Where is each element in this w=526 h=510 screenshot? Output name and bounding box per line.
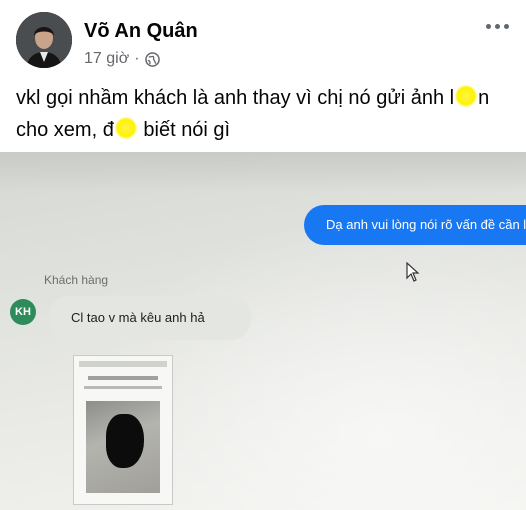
censor-mark	[106, 414, 144, 468]
post-text: vkl gọi nhầm khách là anh thay vì chị nó…	[16, 82, 511, 146]
mouse-pointer-icon	[406, 261, 420, 282]
author-avatar[interactable]	[16, 12, 72, 68]
thumbnail-title-line	[88, 376, 158, 380]
more-horizontal-icon	[485, 23, 491, 29]
post-text-part3: biết nói gì	[137, 119, 231, 141]
post-photo[interactable]: Dạ anh vui lòng nói rõ vấn đề cần l Khác…	[0, 152, 526, 510]
sender-label: Khách hàng	[44, 273, 109, 287]
author-name[interactable]: Võ An Quân	[84, 20, 198, 43]
censor-blob	[114, 117, 137, 139]
thumbnail-header-bar	[79, 361, 167, 367]
post-time[interactable]: 17 giờ	[84, 50, 129, 68]
post-header: Võ An Quân 17 giờ ·	[0, 0, 526, 80]
globe-icon	[144, 51, 160, 67]
post-text-part1: vkl gọi nhầm khách là anh thay vì chị nó…	[16, 87, 455, 109]
meta-separator: ·	[134, 50, 140, 67]
thumbnail-subtitle-line	[84, 386, 162, 389]
received-message-bubble: Cl tao v mà kêu anh hả	[49, 296, 251, 340]
post-meta: 17 giờ ·	[84, 50, 160, 68]
censor-blob	[455, 85, 478, 107]
customer-avatar: KH	[10, 299, 36, 325]
more-options-button[interactable]	[482, 14, 512, 38]
image-attachment-thumbnail	[73, 355, 173, 505]
sent-message-bubble: Dạ anh vui lòng nói rõ vấn đề cần l	[304, 205, 526, 245]
